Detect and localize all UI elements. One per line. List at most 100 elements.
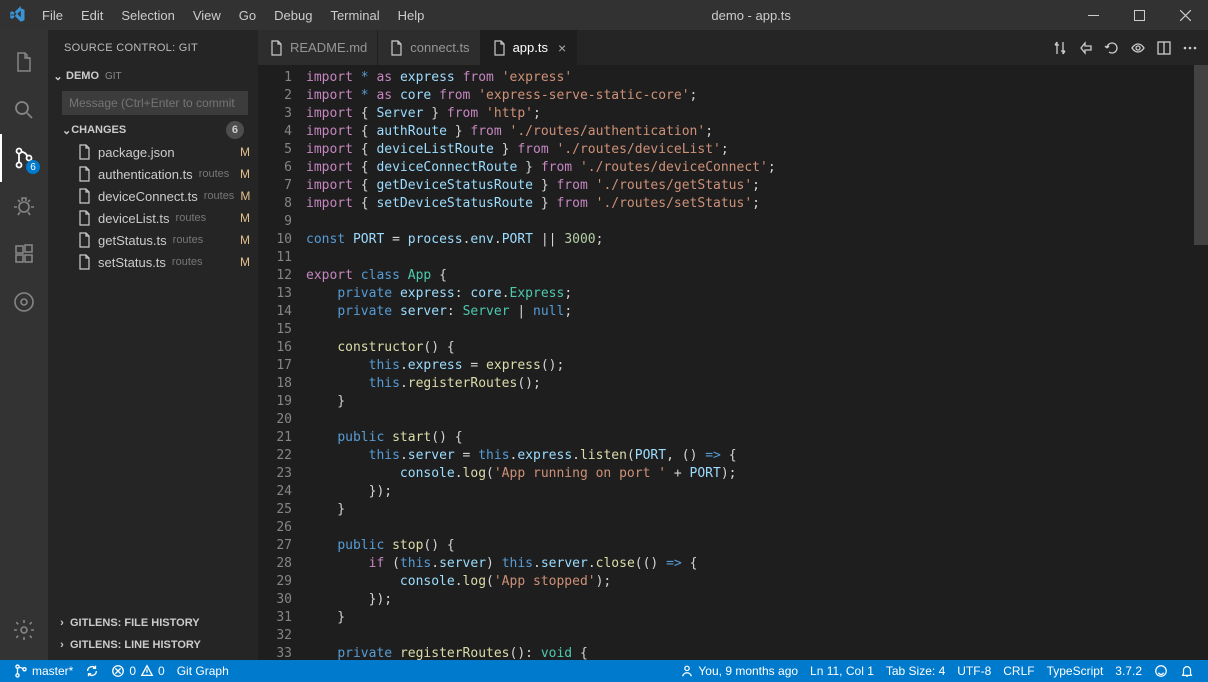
gitlens-file-history-panel[interactable]: › GITLENS: FILE HISTORY bbox=[48, 612, 258, 634]
gitlens-activity[interactable] bbox=[0, 278, 48, 326]
search-activity[interactable] bbox=[0, 86, 48, 134]
file-dir: routes bbox=[199, 168, 230, 180]
changes-count: 6 bbox=[226, 121, 244, 139]
editor-area: README.md connect.ts app.ts × 1234567891011… bbox=[258, 30, 1208, 660]
problems-status[interactable]: 0 0 bbox=[105, 660, 170, 682]
notifications-icon[interactable] bbox=[1174, 660, 1200, 682]
explorer-activity[interactable] bbox=[0, 38, 48, 86]
branch-name: master* bbox=[32, 664, 73, 678]
scrollbar-thumb[interactable] bbox=[1194, 65, 1208, 245]
repo-label: DEMO bbox=[66, 70, 99, 82]
window-title: demo - app.ts bbox=[432, 8, 1070, 23]
sync-status[interactable] bbox=[79, 660, 105, 682]
encoding[interactable]: UTF-8 bbox=[951, 660, 997, 682]
error-count: 0 bbox=[129, 664, 136, 678]
menu-help[interactable]: Help bbox=[390, 4, 433, 27]
titlebar: FileEditSelectionViewGoDebugTerminalHelp… bbox=[0, 0, 1208, 30]
tab-size[interactable]: Tab Size: 4 bbox=[880, 660, 951, 682]
chevron-down-icon: ⌄ bbox=[50, 70, 66, 83]
file-icon bbox=[76, 210, 92, 226]
tab-label: connect.ts bbox=[410, 40, 469, 55]
tab-label: app.ts bbox=[513, 40, 548, 55]
split-editor-icon[interactable] bbox=[1156, 40, 1172, 56]
file-dir: routes bbox=[204, 190, 235, 202]
file-name: setStatus.ts bbox=[98, 255, 166, 270]
extensions-activity[interactable] bbox=[0, 230, 48, 278]
eol[interactable]: CRLF bbox=[997, 660, 1040, 682]
scm-activity[interactable]: 6 bbox=[0, 134, 48, 182]
repo-header[interactable]: ⌄ DEMO GIT bbox=[48, 65, 258, 87]
more-actions-icon[interactable] bbox=[1182, 40, 1198, 56]
chevron-right-icon: › bbox=[54, 617, 70, 629]
file-status: M bbox=[240, 189, 250, 203]
revert-icon[interactable] bbox=[1104, 40, 1120, 56]
scm-badge: 6 bbox=[26, 160, 40, 174]
repo-sub: GIT bbox=[105, 71, 122, 82]
menu-file[interactable]: File bbox=[34, 4, 71, 27]
changed-file[interactable]: deviceList.ts routes M bbox=[52, 207, 258, 229]
file-icon bbox=[76, 254, 92, 270]
compare-changes-icon[interactable] bbox=[1052, 40, 1068, 56]
debug-activity[interactable] bbox=[0, 182, 48, 230]
changed-file[interactable]: getStatus.ts routesM bbox=[52, 229, 258, 251]
file-icon bbox=[76, 232, 92, 248]
changed-file[interactable]: deviceConnect.ts routes M bbox=[52, 185, 258, 207]
gitlens-line-history-panel[interactable]: › GITLENS: LINE HISTORY bbox=[48, 634, 258, 656]
line-number-gutter: 1234567891011121314151617181920212223242… bbox=[258, 65, 306, 660]
editor-tab[interactable]: connect.ts bbox=[378, 30, 480, 65]
file-name: deviceList.ts bbox=[98, 211, 170, 226]
typescript-version[interactable]: 3.7.2 bbox=[1109, 660, 1148, 682]
file-icon bbox=[268, 40, 284, 56]
file-dir: routes bbox=[176, 212, 207, 224]
menu-selection[interactable]: Selection bbox=[113, 4, 182, 27]
settings-activity[interactable] bbox=[0, 606, 48, 654]
language-mode[interactable]: TypeScript bbox=[1041, 660, 1110, 682]
changed-file[interactable]: authentication.ts routesM bbox=[52, 163, 258, 185]
toggle-whitespace-icon[interactable] bbox=[1130, 40, 1146, 56]
vscode-logo-icon bbox=[8, 6, 26, 24]
file-name: deviceConnect.ts bbox=[98, 189, 198, 204]
vertical-scrollbar[interactable] bbox=[1194, 65, 1208, 660]
gitlens-blame[interactable]: You, 9 months ago bbox=[674, 660, 804, 682]
panel-label: GITLENS: FILE HISTORY bbox=[70, 617, 200, 629]
editor-tab[interactable]: README.md bbox=[258, 30, 378, 65]
cursor-position[interactable]: Ln 11, Col 1 bbox=[804, 660, 880, 682]
maximize-button[interactable] bbox=[1116, 0, 1162, 30]
menu-terminal[interactable]: Terminal bbox=[322, 4, 387, 27]
changes-file-list: package.jsonMauthentication.ts routesMde… bbox=[48, 141, 258, 273]
chevron-right-icon: › bbox=[54, 639, 70, 651]
file-name: getStatus.ts bbox=[98, 233, 167, 248]
git-graph-button[interactable]: Git Graph bbox=[171, 660, 235, 682]
main-menu: FileEditSelectionViewGoDebugTerminalHelp bbox=[34, 4, 432, 27]
menu-go[interactable]: Go bbox=[231, 4, 264, 27]
sidebar: SOURCE CONTROL: GIT ⌄ DEMO GIT ⌄ CHANGES… bbox=[48, 30, 258, 660]
editor-tab[interactable]: app.ts × bbox=[481, 30, 578, 65]
commit-message-input[interactable] bbox=[62, 91, 248, 115]
changes-label: CHANGES bbox=[71, 124, 126, 136]
file-icon bbox=[388, 40, 404, 56]
branch-status[interactable]: master* bbox=[8, 660, 79, 682]
menu-view[interactable]: View bbox=[185, 4, 229, 27]
file-status: M bbox=[240, 167, 250, 181]
window-controls bbox=[1070, 0, 1208, 30]
minimize-button[interactable] bbox=[1070, 0, 1116, 30]
file-status: M bbox=[240, 145, 250, 159]
menu-edit[interactable]: Edit bbox=[73, 4, 111, 27]
panel-label: GITLENS: LINE HISTORY bbox=[70, 639, 201, 651]
close-icon[interactable]: × bbox=[558, 40, 566, 56]
file-status: M bbox=[240, 211, 250, 225]
close-button[interactable] bbox=[1162, 0, 1208, 30]
file-icon bbox=[76, 188, 92, 204]
file-dir: routes bbox=[173, 234, 204, 246]
changed-file[interactable]: setStatus.ts routesM bbox=[52, 251, 258, 273]
open-changes-icon[interactable] bbox=[1078, 40, 1094, 56]
feedback-icon[interactable] bbox=[1148, 660, 1174, 682]
menu-debug[interactable]: Debug bbox=[266, 4, 320, 27]
editor-body[interactable]: 1234567891011121314151617181920212223242… bbox=[258, 65, 1208, 660]
file-name: package.json bbox=[98, 145, 175, 160]
file-icon bbox=[491, 40, 507, 56]
changed-file[interactable]: package.json M bbox=[52, 141, 258, 163]
code-content[interactable]: import * as express from 'express'import… bbox=[306, 65, 1194, 660]
sidebar-title: SOURCE CONTROL: GIT bbox=[48, 30, 258, 65]
changes-header[interactable]: ⌄ CHANGES 6 bbox=[48, 119, 258, 141]
